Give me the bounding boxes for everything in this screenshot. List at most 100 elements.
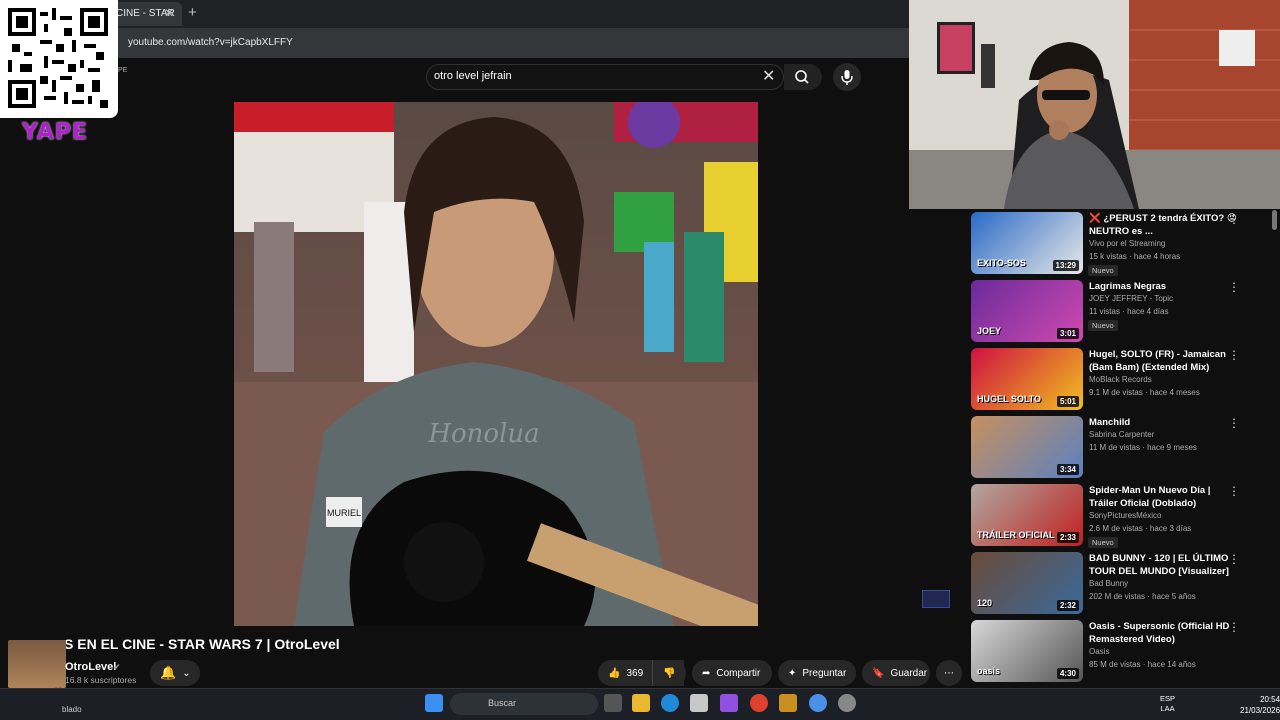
edge-icon[interactable] — [661, 694, 679, 712]
ask-label: Preguntar — [802, 667, 847, 679]
recommendation-item[interactable]: HUGEL SOLTO 5:01 Hugel, SOLTO (FR) - Jamai… — [970, 346, 1270, 412]
recommendation-item[interactable]: EXITO-SOS 13:29 ❌ ¿PERUST 2 tendrá ÉXITO? … — [970, 210, 1270, 276]
snipping-tool-icon[interactable] — [690, 694, 708, 712]
new-badge: Nuevo — [1088, 320, 1118, 331]
taskbar-left-text: blado — [62, 705, 82, 714]
language-indicator[interactable]: ESP LAA — [1160, 694, 1175, 714]
video-thumbnail[interactable]: HUGEL SOLTO 5:01 — [971, 348, 1083, 410]
recommendation-channel[interactable]: MoBlack Records — [1089, 375, 1152, 384]
recommendation-channel[interactable]: Sabrina Carpenter — [1089, 430, 1154, 439]
scrollbar[interactable] — [1272, 210, 1277, 230]
webcam-overlay — [909, 0, 1280, 209]
more-vertical-icon[interactable]: ⋮ — [1228, 280, 1240, 294]
save-label: Guardar — [890, 667, 928, 679]
recommendation-title[interactable]: ❌ ¿PERUST 2 tendrá ÉXITO? 😡 NEUTRO es ..… — [1089, 212, 1239, 238]
recommendation-item[interactable]: oasis 4:30 Oasis - Supersonic (Official HD… — [970, 618, 1270, 684]
game-launcher-icon[interactable] — [779, 694, 797, 712]
file-explorer-icon[interactable] — [632, 694, 650, 712]
chevron-down-icon: ⌄ — [182, 667, 191, 679]
recommendation-meta: 11 M de vistas · hace 9 meses — [1089, 443, 1197, 452]
share-button[interactable]: ➦ Compartir — [692, 660, 772, 686]
bookmark-icon: 🔖 — [872, 667, 885, 679]
video-duration: 2:33 — [1056, 532, 1079, 543]
tab-close-icon[interactable]: ✕ — [164, 6, 174, 20]
thumbnail-text: EXITO-SOS — [977, 258, 1026, 268]
recommendation-meta: 15 k vistas · hace 4 horas — [1089, 252, 1181, 261]
streaming-overlay-icon — [922, 590, 950, 608]
more-vertical-icon[interactable]: ⋮ — [1228, 416, 1240, 430]
more-vertical-icon[interactable]: ⋮ — [1228, 484, 1240, 498]
task-view-icon[interactable] — [604, 694, 622, 712]
app-icon[interactable] — [838, 694, 856, 712]
recommendation-item[interactable]: 120 2:32 BAD BUNNY - 120 | EL ÚLTIMO TOUR … — [970, 550, 1270, 616]
video-thumbnail[interactable]: EXITO-SOS 13:29 — [971, 212, 1083, 274]
more-vertical-icon[interactable]: ⋮ — [1228, 620, 1240, 634]
shirt-text: Honolua — [427, 419, 539, 449]
video-player[interactable]: MURIEL Honolua — [234, 102, 758, 626]
recommendation-channel[interactable]: JOEY JEFFREY - Topic — [1089, 294, 1173, 303]
video-title: S EN EL CINE - STAR WARS 7 | OtroLevel — [64, 636, 340, 652]
search-button[interactable] — [784, 64, 822, 90]
recommendation-channel[interactable]: Vivo por el Streaming — [1089, 239, 1165, 248]
video-thumbnail[interactable]: TRÁILER OFICIAL 2:33 — [971, 484, 1083, 546]
recommendation-meta: 202 M de vistas · hace 5 años — [1089, 592, 1196, 601]
recommendation-title[interactable]: Hugel, SOLTO (FR) - Jamaican (Bam Bam) (… — [1089, 348, 1239, 374]
ask-button[interactable]: ✦ Preguntar — [778, 660, 856, 686]
search-query[interactable]: otro level jefrain — [434, 70, 512, 82]
more-vertical-icon[interactable]: ⋮ — [1228, 348, 1240, 362]
video-thumbnail[interactable]: 3:34 — [971, 416, 1083, 478]
recommendation-item[interactable]: JOEY 3:01 Lagrimas Negras JOEY JEFFREY - To… — [970, 278, 1270, 344]
recommendation-title[interactable]: Oasis - Supersonic (Official HD Remaster… — [1089, 620, 1239, 646]
streamer-avatar — [8, 640, 66, 688]
clear-search-icon[interactable]: ✕ — [762, 66, 775, 86]
recommendation-title[interactable]: Lagrimas Negras — [1089, 280, 1239, 293]
windows-start-icon[interactable] — [425, 694, 443, 712]
video-thumbnail[interactable]: JOEY 3:01 — [971, 280, 1083, 342]
sparkle-icon: ✦ — [788, 667, 797, 679]
yape-small-label: PE — [118, 67, 128, 74]
clock-date: 21/03/2026 — [1240, 706, 1280, 715]
thumbs-down-icon: 👎 — [663, 667, 676, 679]
thumbnail-text: TRÁILER OFICIAL — [977, 530, 1055, 540]
save-button[interactable]: 🔖 Guardar — [862, 660, 930, 686]
video-thumbnail[interactable]: 120 2:32 — [971, 552, 1083, 614]
notifications-button[interactable]: 🔔 ⌄ — [150, 660, 200, 686]
taskbar-search[interactable]: Buscar — [450, 693, 598, 715]
clock-time: 20:54 — [1260, 695, 1280, 704]
video-duration: 13:29 — [1052, 260, 1079, 271]
more-vertical-icon[interactable]: ⋮ — [1228, 552, 1240, 566]
recommendation-title[interactable]: Spider-Man Un Nuevo Día | Tráiler Oficia… — [1089, 484, 1239, 510]
more-actions-button[interactable]: ⋯ — [936, 660, 962, 686]
recommendation-item[interactable]: 3:34 Manchild Sabrina Carpenter 11 M de vis… — [970, 414, 1270, 480]
dislike-button[interactable]: 👎 — [652, 660, 686, 686]
copilot-icon[interactable] — [720, 694, 738, 712]
qr-code-icon — [8, 8, 108, 108]
url-text[interactable]: youtube.com/watch?v=jkCapbXLFFY — [128, 37, 293, 48]
more-vertical-icon[interactable]: ⋮ — [1228, 212, 1240, 226]
voice-search-button[interactable] — [833, 63, 861, 91]
recommendation-meta: 2.6 M de vistas · hace 3 días — [1089, 524, 1192, 533]
recommendation-title[interactable]: Manchild — [1089, 416, 1239, 429]
bell-icon: 🔔 — [160, 665, 177, 680]
recommendation-channel[interactable]: Bad Bunny — [1089, 579, 1128, 588]
recommendation-channel[interactable]: SonyPicturesMéxico — [1089, 511, 1161, 520]
recommendation-channel[interactable]: Oasis — [1089, 647, 1109, 656]
channel-name[interactable]: OtroLevel — [65, 661, 116, 673]
verified-icon: ✔ — [113, 662, 121, 672]
system-clock[interactable]: 20:54 21/03/2026 — [1240, 694, 1280, 716]
share-icon: ➦ — [702, 667, 711, 679]
video-duration: 5:01 — [1056, 396, 1079, 407]
chrome-icon[interactable] — [750, 694, 768, 712]
thumbnail-text: HUGEL SOLTO — [977, 394, 1042, 404]
chrome-active-icon[interactable] — [809, 694, 827, 712]
language-code: ESP — [1160, 694, 1176, 703]
recommendation-title[interactable]: BAD BUNNY - 120 | EL ÚLTIMO TOUR DEL MUN… — [1089, 552, 1239, 578]
recommendation-item[interactable]: TRÁILER OFICIAL 2:33 Spider-Man Un Nuevo D… — [970, 482, 1270, 548]
video-duration: 4:30 — [1056, 668, 1079, 679]
more-horizontal-icon: ⋯ — [944, 667, 954, 679]
share-label: Compartir — [716, 667, 761, 679]
video-thumbnail[interactable]: oasis 4:30 — [971, 620, 1083, 682]
new-tab-icon[interactable]: + — [188, 4, 197, 21]
new-badge: Nuevo — [1088, 265, 1118, 276]
subscriber-count: 16.8 k suscriptores — [65, 675, 137, 685]
